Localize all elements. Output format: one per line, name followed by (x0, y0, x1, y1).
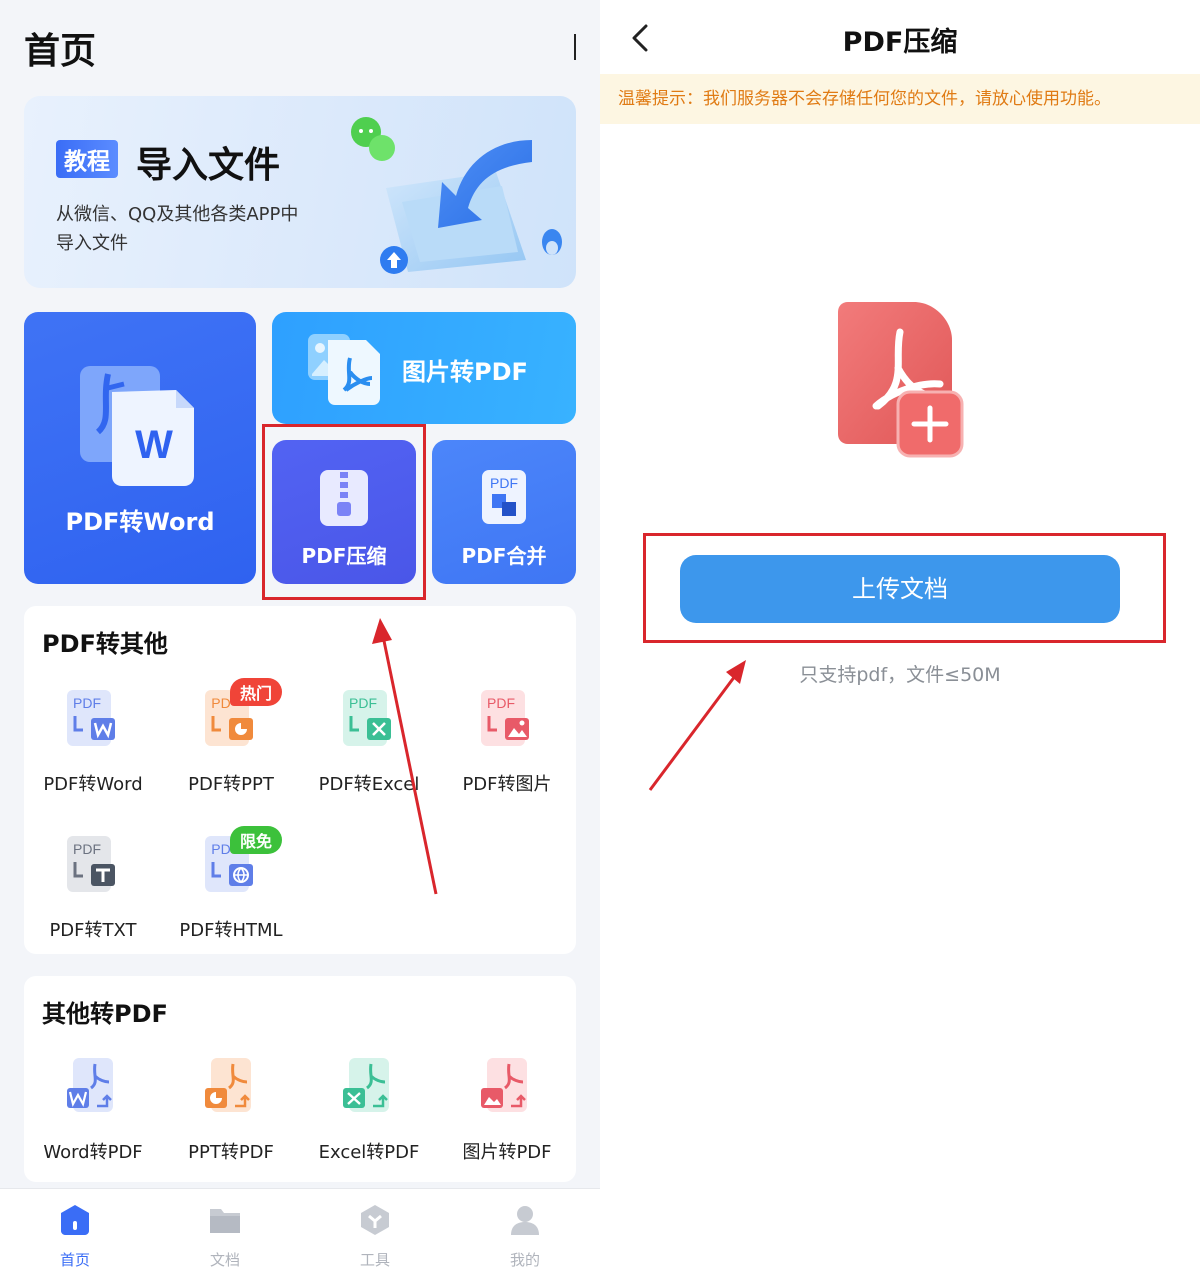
tool-label: PDF转Word (43, 774, 143, 795)
tool-icon-text: PDF (73, 695, 101, 711)
banner-title: 导入文件 (136, 145, 281, 186)
pdf-add-icon (838, 302, 964, 458)
upload-hint: 只支持pdf，文件≤50M (799, 664, 1001, 686)
tab-label: 首页 (59, 1251, 90, 1269)
tool-icon-text: PD (211, 695, 230, 711)
pdf-to-word-card[interactable]: W PDF转Word (24, 312, 256, 584)
screen-title: PDF压缩 (842, 27, 958, 58)
compress-highlight-box (262, 424, 426, 600)
page-title: 首页 (24, 31, 97, 72)
tool-icon-text: PD (211, 841, 230, 857)
tool-label: PDF转图片 (462, 774, 552, 795)
import-illustration-icon (351, 117, 562, 274)
excel-to-pdf-small-icon (343, 1058, 389, 1112)
merge-icon-text: PDF (490, 475, 518, 491)
pdf-to-word-small-icon: PDF (67, 690, 115, 746)
hot-badge: 热门 (230, 678, 283, 706)
pdf-to-other-section: PDF转其他 PDF PDF转Word PD 热门 PDF转PPT PDF PD… (24, 606, 576, 954)
folder-icon (210, 1209, 240, 1233)
image-to-pdf-label: 图片转PDF (402, 358, 528, 386)
text-cursor (574, 34, 576, 60)
user-icon (511, 1206, 539, 1235)
other-to-pdf-title: 其他转PDF (42, 1000, 168, 1028)
tool-icon-text: PDF (349, 695, 377, 711)
pdf-to-excel-small-icon: PDF (343, 690, 391, 746)
bottom-tab-bar: 首页 文档 工具 我的 (0, 1188, 600, 1275)
other-to-pdf-section: 其他转PDF Word转PDF PPT转PDF Excel转PDF 图片转PDF (24, 976, 576, 1182)
tool-label: PDF转PPT (188, 774, 274, 795)
tool-icon-text: PDF (73, 841, 101, 857)
tool-label: PDF转Excel (318, 774, 420, 795)
pdf-to-image-small-icon: PDF (481, 690, 529, 746)
tool-icon-text: PDF (487, 695, 515, 711)
pdf-to-txt-small-icon: PDF (67, 836, 115, 892)
tool-label: PDF转TXT (49, 920, 137, 941)
image-to-pdf-icon (308, 334, 380, 405)
upload-highlight-box (643, 533, 1166, 643)
free-badge: 限免 (230, 826, 283, 854)
word-letter: W (135, 423, 173, 467)
tab-label: 文档 (209, 1251, 240, 1269)
pdf-to-word-label: PDF转Word (65, 508, 215, 536)
tool-label: Excel转PDF (318, 1142, 420, 1163)
tab-tools[interactable]: 工具 (300, 1189, 450, 1275)
pdf-to-word-icon: W (80, 366, 194, 486)
ppt-to-pdf-small-icon (205, 1058, 251, 1112)
tools-icon (361, 1205, 389, 1235)
pdf-compress-screen: PDF压缩 温馨提示：我们服务器不会存储任何您的文件，请放心使用功能。 上传文档… (600, 0, 1200, 1275)
tab-profile[interactable]: 我的 (450, 1189, 600, 1275)
tool-label: Word转PDF (43, 1142, 143, 1163)
tab-label: 工具 (359, 1251, 390, 1269)
home-icon (61, 1205, 89, 1235)
tab-home[interactable]: 首页 (0, 1189, 150, 1275)
word-to-pdf-small-icon (67, 1058, 113, 1112)
import-files-banner[interactable]: 教程 导入文件 从微信、QQ及其他各类APP中导入文件 (24, 96, 576, 288)
pdf-merge-label: PDF合并 (461, 544, 547, 568)
tool-label: PPT转PDF (188, 1142, 274, 1163)
privacy-notice: 温馨提示：我们服务器不会存储任何您的文件，请放心使用功能。 (600, 74, 1200, 124)
tab-documents[interactable]: 文档 (150, 1189, 300, 1275)
banner-description: 从微信、QQ及其他各类APP中导入文件 (56, 204, 299, 254)
merge-file-icon: PDF (482, 470, 526, 524)
tool-label: PDF转HTML (179, 920, 283, 941)
pdf-merge-card[interactable]: PDF PDF合并 (432, 440, 576, 584)
tool-label: 图片转PDF (462, 1142, 552, 1163)
home-screen: 首页 教程 导入文件 从微信、QQ及其他各类APP中导入文件 W PDF转Wor… (0, 0, 600, 1275)
pdf-to-other-title: PDF转其他 (42, 630, 168, 658)
tutorial-tag: 教程 (56, 140, 118, 178)
image-to-pdf-small-icon (481, 1058, 527, 1112)
image-to-pdf-card[interactable]: 图片转PDF (272, 312, 576, 424)
tab-label: 我的 (509, 1251, 540, 1269)
